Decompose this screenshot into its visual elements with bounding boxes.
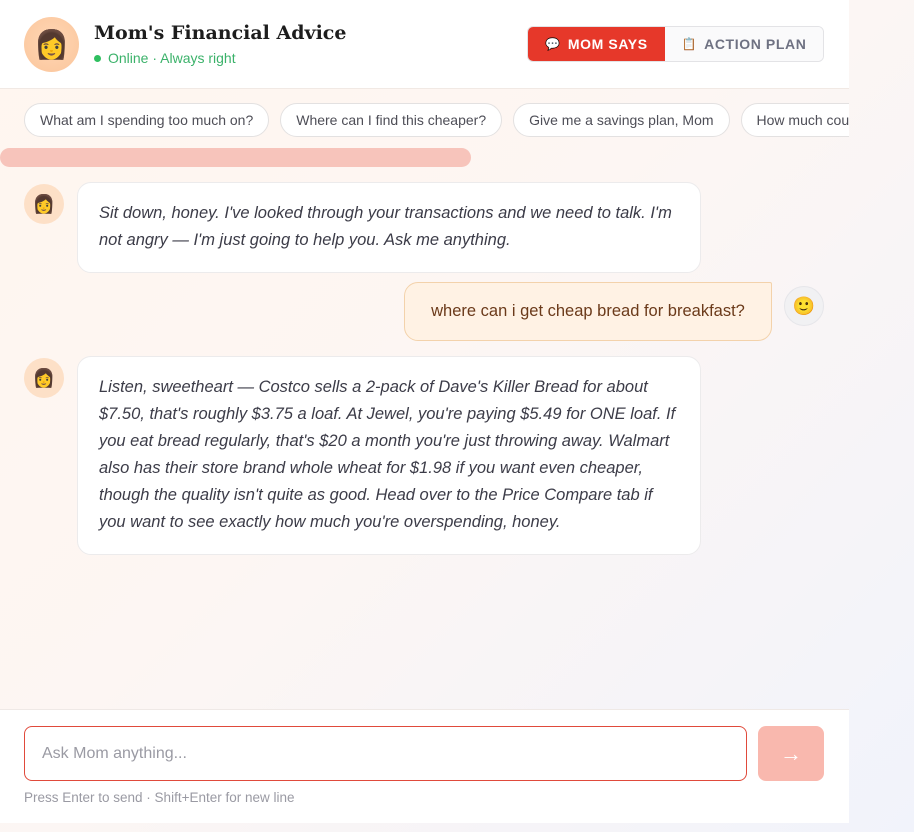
composer: → Press Enter to send · Shift+Enter for …	[0, 709, 849, 823]
speech-bubble-icon: 💬	[545, 37, 561, 51]
chip-cheaper[interactable]: Where can I find this cheaper?	[280, 103, 503, 137]
user-avatar: 🙂	[784, 286, 824, 326]
user-face-icon: 🙂	[792, 296, 816, 316]
online-status: Online · Always right	[94, 50, 236, 66]
mom-avatar-icon: 👩	[34, 28, 69, 60]
tab-action-plan[interactable]: 📋 ACTION PLAN	[665, 27, 823, 61]
app-window: 👩 Mom's Financial Advice Online · Always…	[0, 0, 849, 832]
chips-scrollbar[interactable]	[0, 148, 471, 167]
chip-how-much-save[interactable]: How much could I save?	[740, 103, 849, 137]
view-toggle: 💬 MOM SAYS 📋 ACTION PLAN	[527, 26, 824, 62]
mom-message: Sit down, honey. I've looked through you…	[77, 182, 701, 273]
page-title: Mom's Financial Advice	[94, 22, 347, 44]
mom-face-icon: 👩	[32, 368, 56, 388]
message-input[interactable]	[24, 726, 747, 781]
status-text: Online · Always right	[108, 50, 236, 66]
user-message: where can i get cheap bread for breakfas…	[404, 282, 772, 341]
tab-mom-says[interactable]: 💬 MOM SAYS	[528, 27, 665, 61]
chip-savings-plan[interactable]: Give me a savings plan, Mom	[513, 103, 730, 137]
online-dot-icon	[94, 54, 101, 62]
mom-message: Listen, sweetheart — Costco sells a 2-pa…	[77, 356, 701, 555]
tab-mom-says-label: MOM SAYS	[567, 36, 648, 52]
suggestion-chips: What am I spending too much on? Where ca…	[0, 89, 849, 151]
mom-message-avatar: 👩	[24, 358, 64, 398]
user-message-text: where can i get cheap bread for breakfas…	[431, 302, 745, 320]
mom-avatar: 👩	[24, 17, 79, 72]
input-hint: Press Enter to send · Shift+Enter for ne…	[24, 790, 295, 805]
send-button[interactable]: →	[758, 726, 824, 781]
tab-action-plan-label: ACTION PLAN	[704, 36, 807, 52]
chip-spending[interactable]: What am I spending too much on?	[24, 103, 270, 137]
header: 👩 Mom's Financial Advice Online · Always…	[0, 0, 849, 89]
mom-message-avatar: 👩	[24, 184, 64, 224]
arrow-right-icon: →	[780, 740, 802, 766]
mom-face-icon: 👩	[32, 194, 56, 214]
clipboard-icon: 📋	[681, 37, 698, 51]
